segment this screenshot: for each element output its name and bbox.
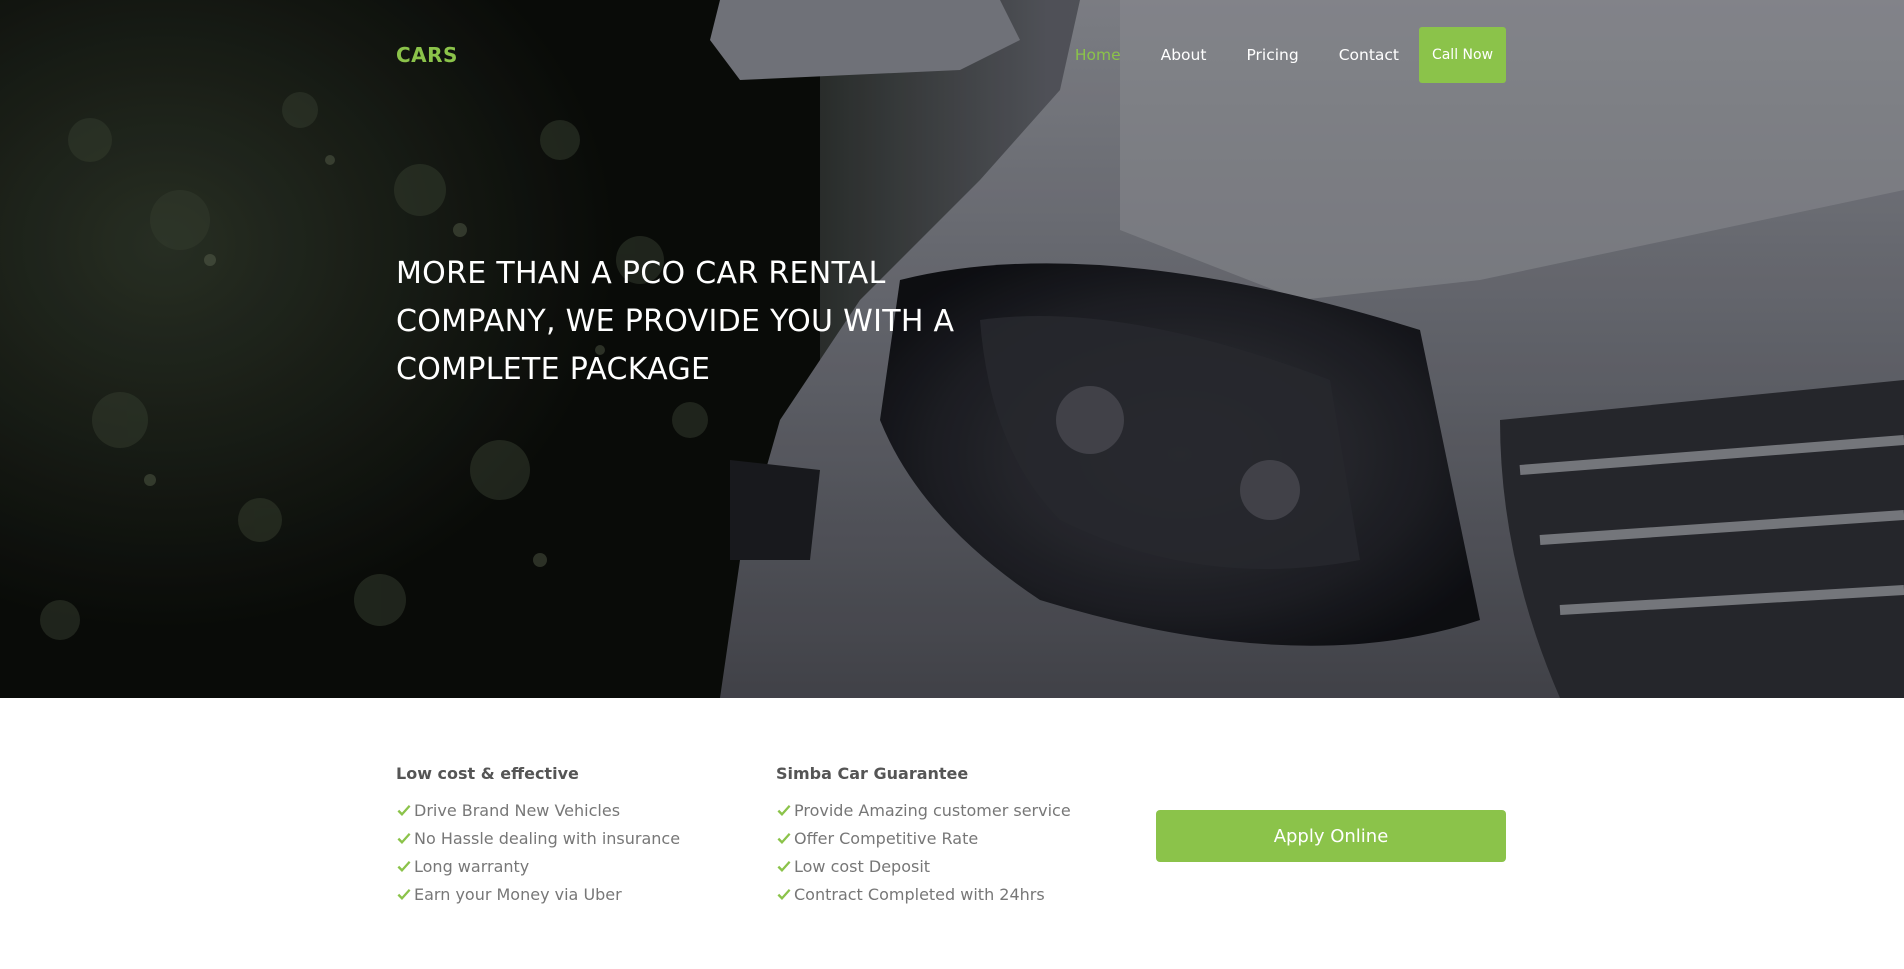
feature-item: Contract Completed with 24hrs bbox=[776, 881, 1071, 909]
feature-item: Low cost Deposit bbox=[776, 853, 1071, 881]
apply-online-button[interactable]: Apply Online bbox=[1156, 810, 1506, 862]
check-icon bbox=[777, 861, 791, 872]
features-column-low-cost: Low cost & effective Drive Brand New Veh… bbox=[396, 764, 680, 909]
feature-item-label: Offer Competitive Rate bbox=[794, 829, 979, 848]
check-icon bbox=[397, 889, 411, 900]
feature-item-label: Drive Brand New Vehicles bbox=[414, 801, 621, 820]
hero-headline-line-1: MORE THAN A PCO CAR RENTAL bbox=[396, 256, 886, 291]
feature-item: Provide Amazing customer service bbox=[776, 797, 1071, 825]
check-icon bbox=[397, 833, 411, 844]
top-navbar: CARS Home About Pricing Contact Call Now bbox=[396, 27, 1506, 83]
hero-headline: MORE THAN A PCO CAR RENTAL COMPANY, WE P… bbox=[396, 250, 996, 394]
nav-item-contact[interactable]: Contact bbox=[1339, 46, 1399, 64]
check-icon bbox=[777, 805, 791, 816]
feature-item: Earn your Money via Uber bbox=[396, 881, 680, 909]
hero-section: CARS Home About Pricing Contact Call Now… bbox=[0, 0, 1904, 698]
check-icon bbox=[397, 861, 411, 872]
hero-headline-line-2: COMPANY, WE PROVIDE YOU WITH A bbox=[396, 304, 955, 339]
feature-item-label: Contract Completed with 24hrs bbox=[794, 885, 1045, 904]
features-section: Low cost & effective Drive Brand New Veh… bbox=[0, 698, 1904, 969]
nav-item-pricing[interactable]: Pricing bbox=[1246, 46, 1298, 64]
feature-item-label: Low cost Deposit bbox=[794, 857, 931, 876]
feature-item-label: No Hassle dealing with insurance bbox=[414, 829, 681, 848]
nav-menu: Home About Pricing Contact Call Now bbox=[1035, 27, 1506, 83]
features-list: Drive Brand New Vehicles No Hassle deali… bbox=[396, 797, 680, 909]
features-column-title: Simba Car Guarantee bbox=[776, 764, 969, 783]
hero-headline-line-3: COMPLETE PACKAGE bbox=[396, 352, 711, 387]
nav-item-about[interactable]: About bbox=[1161, 46, 1207, 64]
check-icon bbox=[777, 833, 791, 844]
check-icon bbox=[397, 805, 411, 816]
feature-item-label: Provide Amazing customer service bbox=[794, 801, 1071, 820]
feature-item-label: Long warranty bbox=[414, 857, 530, 876]
feature-item: No Hassle dealing with insurance bbox=[396, 825, 680, 853]
feature-item: Offer Competitive Rate bbox=[776, 825, 1071, 853]
brand-logo[interactable]: CARS bbox=[396, 43, 458, 67]
feature-item-label: Earn your Money via Uber bbox=[414, 885, 622, 904]
feature-item: Long warranty bbox=[396, 853, 680, 881]
nav-item-home[interactable]: Home bbox=[1075, 46, 1121, 64]
call-now-button[interactable]: Call Now bbox=[1419, 27, 1506, 83]
feature-item: Drive Brand New Vehicles bbox=[396, 797, 680, 825]
features-list: Provide Amazing customer service Offer C… bbox=[776, 797, 1071, 909]
features-column-guarantee: Simba Car Guarantee Provide Amazing cust… bbox=[776, 764, 1071, 909]
check-icon bbox=[777, 889, 791, 900]
features-column-title: Low cost & effective bbox=[396, 764, 579, 783]
